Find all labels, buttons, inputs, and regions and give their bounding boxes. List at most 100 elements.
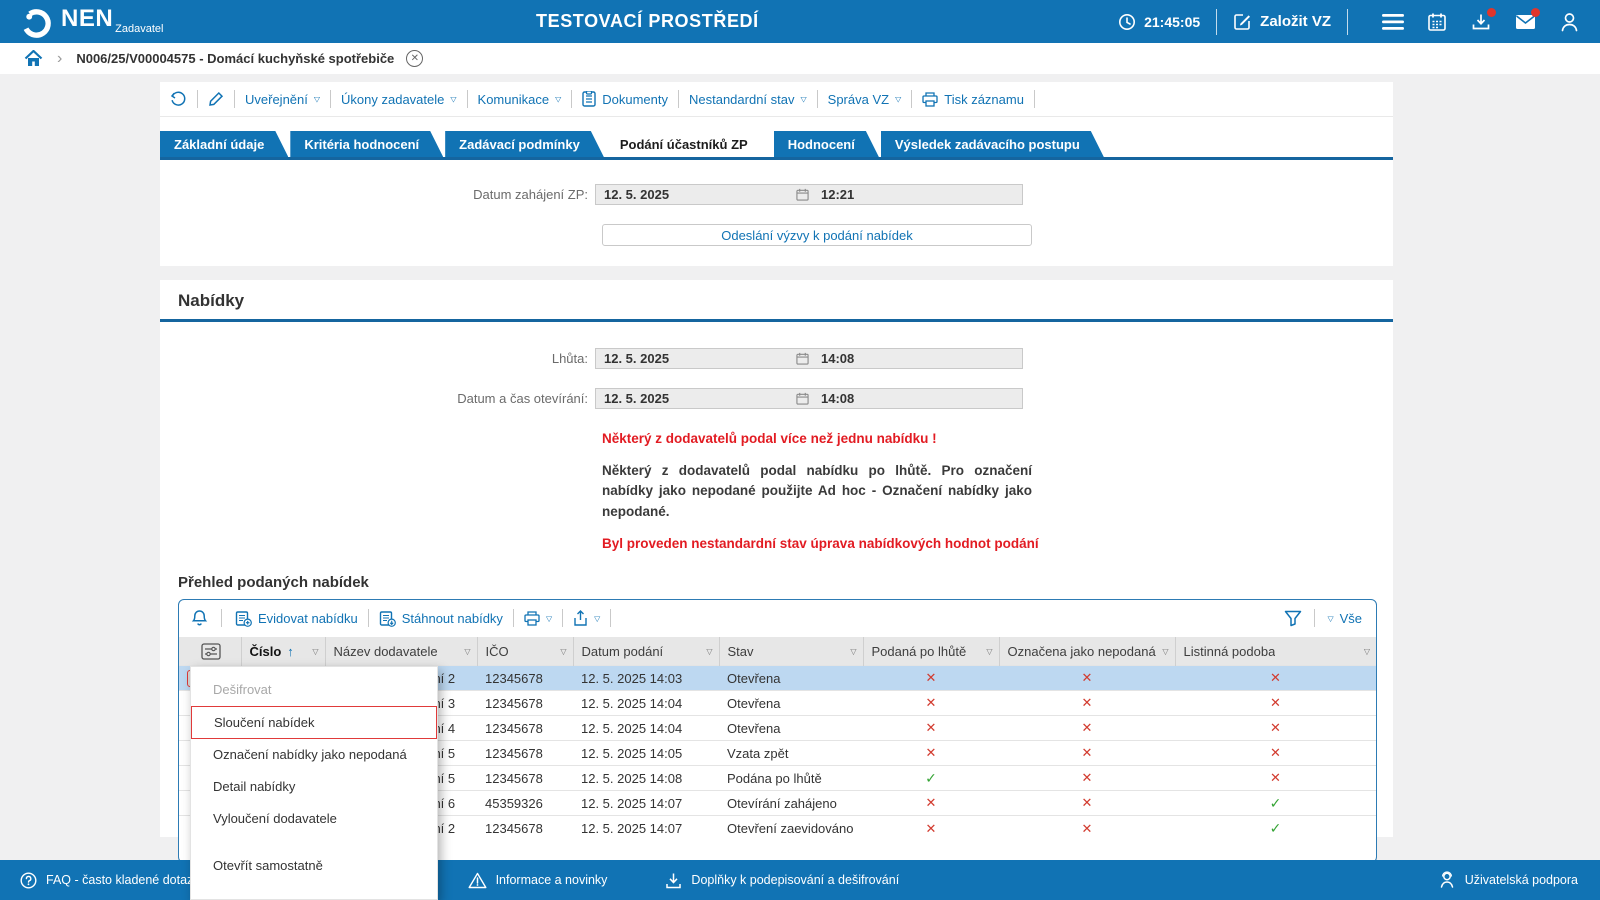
export-button[interactable]: ▽ [573, 610, 600, 627]
calendar-icon[interactable] [796, 392, 814, 405]
send-vyzva-button[interactable]: Odeslání výzvy k podání nabídek [602, 224, 1032, 246]
time-value[interactable]: 14:08 [814, 351, 854, 366]
filter-caret-icon[interactable]: ▽ [850, 647, 856, 656]
cell-stav: Otevřena [719, 716, 863, 741]
tab-podani-ucastniku-zp[interactable]: Podání účastníků ZP [606, 131, 772, 157]
topbar-controls: 21:45:05 Založit VZ [1118, 7, 1600, 37]
user-profile-button[interactable] [1554, 7, 1584, 37]
column-header-po-lhute[interactable]: Podaná po lhůtě▽ [863, 637, 999, 666]
menu-uverejneni[interactable]: Uveřejnění▽ [245, 92, 320, 107]
stahnout-nabidky-button[interactable]: Stáhnout nabídky [379, 610, 503, 627]
calendar-icon [1427, 12, 1447, 32]
session-clock: 21:45:05 [1118, 13, 1200, 31]
row-context-menu: Dešifrovat Sloučení nabídek Označení nab… [190, 666, 438, 900]
chevron-right-icon: › [57, 50, 62, 68]
bell-icon[interactable] [191, 609, 208, 627]
undo-button[interactable] [170, 91, 187, 108]
divider [562, 609, 563, 627]
column-header-nazev[interactable]: Název dodavatele▽ [325, 637, 477, 666]
section-title: Nabídky [160, 280, 1393, 319]
column-header-nepodana[interactable]: Označena jako nepodaná▽ [999, 637, 1175, 666]
footer-faq-link[interactable]: FAQ - často kladené dotazy [0, 872, 200, 889]
menu-dokumenty[interactable]: Dokumenty [582, 91, 668, 107]
menu-item-desifrovat: Dešifrovat [191, 674, 437, 706]
date-value[interactable]: 12. 5. 2025 [596, 351, 796, 366]
filter-icon[interactable] [1284, 610, 1302, 627]
downloads-button[interactable] [1466, 7, 1496, 37]
menu-sprava-vz[interactable]: Správa VZ▽ [828, 92, 902, 107]
printer-icon [524, 611, 540, 626]
cell-ico: 12345678 [477, 766, 573, 791]
menu-ukony-zadavatele[interactable]: Úkony zadavatele▽ [341, 92, 457, 107]
filter-caret-icon[interactable]: ▽ [464, 647, 470, 656]
tab-hodnoceni[interactable]: Hodnocení [774, 131, 879, 157]
evidovat-nabidku-button[interactable]: Evidovat nabídku [235, 610, 358, 627]
tab-vysledek-postupu[interactable]: Výsledek zadávacího postupu [881, 131, 1104, 157]
divider [817, 90, 818, 108]
menu-nestandardni-stav[interactable]: Nestandardní stav▽ [689, 92, 807, 107]
menu-item-otevrit-samostatne[interactable]: Otevřít samostatně [191, 850, 437, 882]
otevirani-input[interactable]: 12. 5. 2025 14:08 [595, 388, 1023, 409]
register-offer-icon [235, 610, 252, 627]
breadcrumb-record[interactable]: N006/25/V00004575 - Domácí kuchyňské spo… [76, 51, 394, 66]
nen-logo[interactable]: NEN Zadavatel [0, 3, 163, 40]
menu-item-slouceni-nabidek[interactable]: Sloučení nabídek [191, 706, 437, 739]
calendar-icon[interactable] [796, 188, 814, 201]
topbar-divider [1216, 9, 1217, 35]
main-menu-button[interactable] [1378, 7, 1408, 37]
messages-badge [1531, 8, 1540, 17]
calendar-button[interactable] [1422, 7, 1452, 37]
filter-vse-dropdown[interactable]: ▽ Vše [1327, 611, 1362, 626]
menu-item-oznaceni-nepodana[interactable]: Označení nabídky jako nepodaná [191, 739, 437, 771]
print-record-button[interactable]: Tisk záznamu [922, 92, 1024, 107]
print-table-button[interactable]: ▽ [524, 611, 552, 626]
cell-listinna: ✕ [1175, 666, 1376, 691]
tab-zadavaci-podminky[interactable]: Zadávací podmínky [445, 131, 604, 157]
cell-datum: 12. 5. 2025 14:04 [573, 691, 719, 716]
start-date-input[interactable]: 12. 5. 2025 12:21 [595, 184, 1023, 205]
column-settings-header[interactable] [179, 637, 241, 666]
menu-item-vylouceni-dodavatele[interactable]: Vyloučení dodavatele [191, 803, 437, 835]
filter-caret-icon[interactable]: ▽ [706, 647, 712, 656]
tab-kriteria-hodnoceni[interactable]: Kritéria hodnocení [290, 131, 443, 157]
tab-zakladni-udaje[interactable]: Základní údaje [160, 131, 288, 157]
column-header-cislo[interactable]: Číslo↑▽ [241, 637, 325, 666]
sort-asc-icon[interactable]: ↑ [287, 644, 294, 659]
close-record-icon[interactable]: ✕ [406, 50, 423, 67]
column-header-stav[interactable]: Stav▽ [719, 637, 863, 666]
time-value[interactable]: 14:08 [814, 391, 854, 406]
section-underline [160, 319, 1393, 322]
filter-caret-icon[interactable]: ▽ [312, 647, 318, 656]
cell-stav: Podána po lhůtě [719, 766, 863, 791]
filter-caret-icon[interactable]: ▽ [986, 647, 992, 656]
messages-button[interactable] [1510, 7, 1540, 37]
filter-caret-icon[interactable]: ▽ [1162, 647, 1168, 656]
home-icon[interactable] [24, 50, 43, 67]
date-value[interactable]: 12. 5. 2025 [596, 187, 796, 202]
filter-caret-icon[interactable]: ▽ [560, 647, 566, 656]
footer-doplnky-link[interactable]: Doplňky k podepisování a dešifrování [665, 872, 899, 889]
footer-podpora-link[interactable]: Uživatelská podpora [1438, 871, 1600, 889]
command-bar: Uveřejnění▽ Úkony zadavatele▽ Komunikace… [160, 82, 1393, 117]
download-icon [665, 872, 682, 889]
cell-datum: 12. 5. 2025 14:08 [573, 766, 719, 791]
record-tabs: Základní údaje Kritéria hodnocení Zadáva… [160, 131, 1393, 157]
calendar-icon[interactable] [796, 352, 814, 365]
cell-stav: Otevření zaevidováno [719, 816, 863, 841]
menu-komunikace[interactable]: Komunikace▽ [478, 92, 562, 107]
column-header-listinna[interactable]: Listinná podoba▽ [1175, 637, 1376, 666]
cell-listinna: ✓ [1175, 791, 1376, 816]
edit-record-button[interactable] [208, 91, 224, 107]
create-vz-button[interactable]: Založit VZ [1233, 12, 1331, 31]
date-value[interactable]: 12. 5. 2025 [596, 391, 796, 406]
lhuta-row: Lhůta: 12. 5. 2025 14:08 [160, 348, 1393, 369]
filter-caret-icon[interactable]: ▽ [1364, 647, 1370, 656]
menu-item-detail-nabidky[interactable]: Detail nabídky [191, 771, 437, 803]
column-header-ico[interactable]: IČO▽ [477, 637, 573, 666]
column-header-datum[interactable]: Datum podání▽ [573, 637, 719, 666]
lhuta-input[interactable]: 12. 5. 2025 14:08 [595, 348, 1023, 369]
time-value[interactable]: 12:21 [814, 187, 854, 202]
chevron-down-icon: ▽ [450, 95, 456, 103]
footer-informace-link[interactable]: Informace a novinky [468, 872, 608, 889]
cell-nepodana: ✕ [999, 816, 1175, 841]
